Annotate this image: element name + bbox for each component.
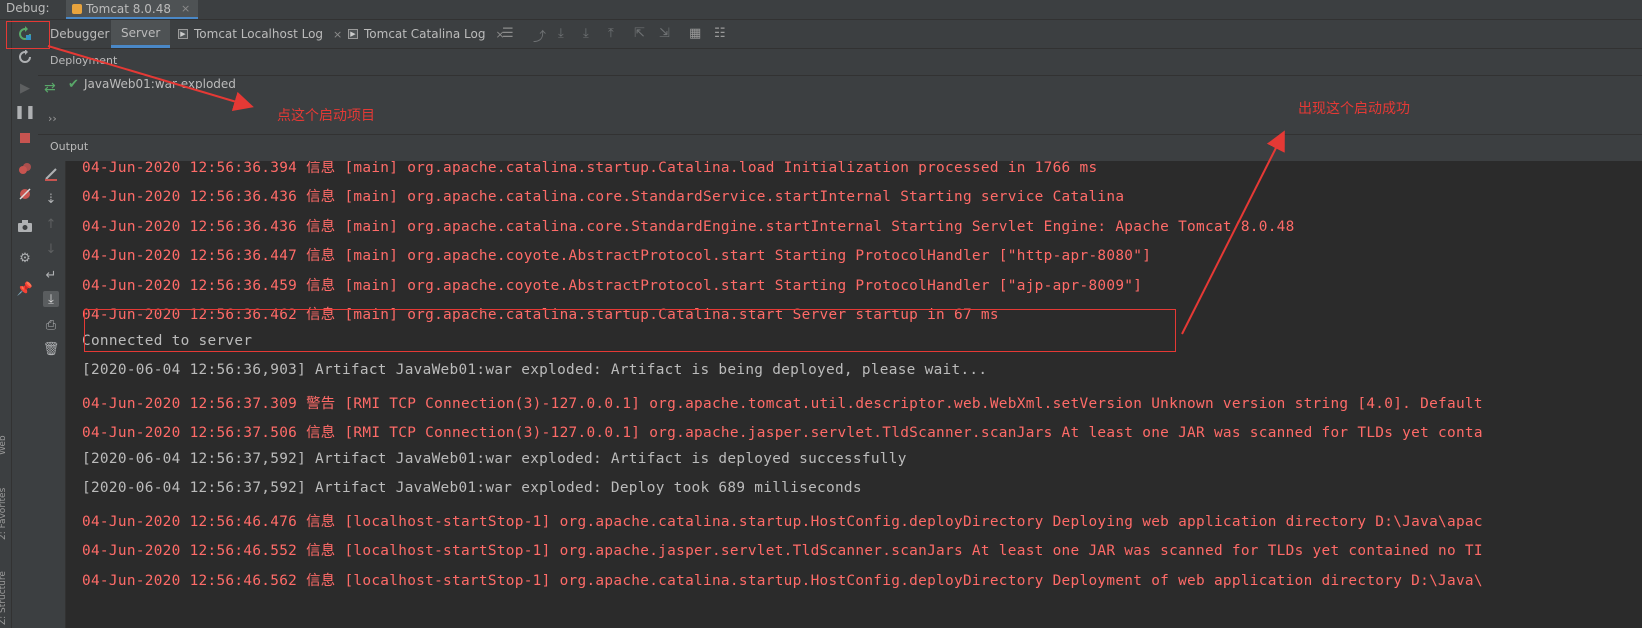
annotation-arrows (47, 45, 1285, 335)
annotation-start-hint: 点这个启动项目 (277, 108, 375, 124)
arrow-to-start-hint (47, 45, 254, 112)
annotation-success-hint: 出现这个启动成功 (1298, 101, 1410, 117)
arrow-to-success-hint (1181, 130, 1285, 335)
